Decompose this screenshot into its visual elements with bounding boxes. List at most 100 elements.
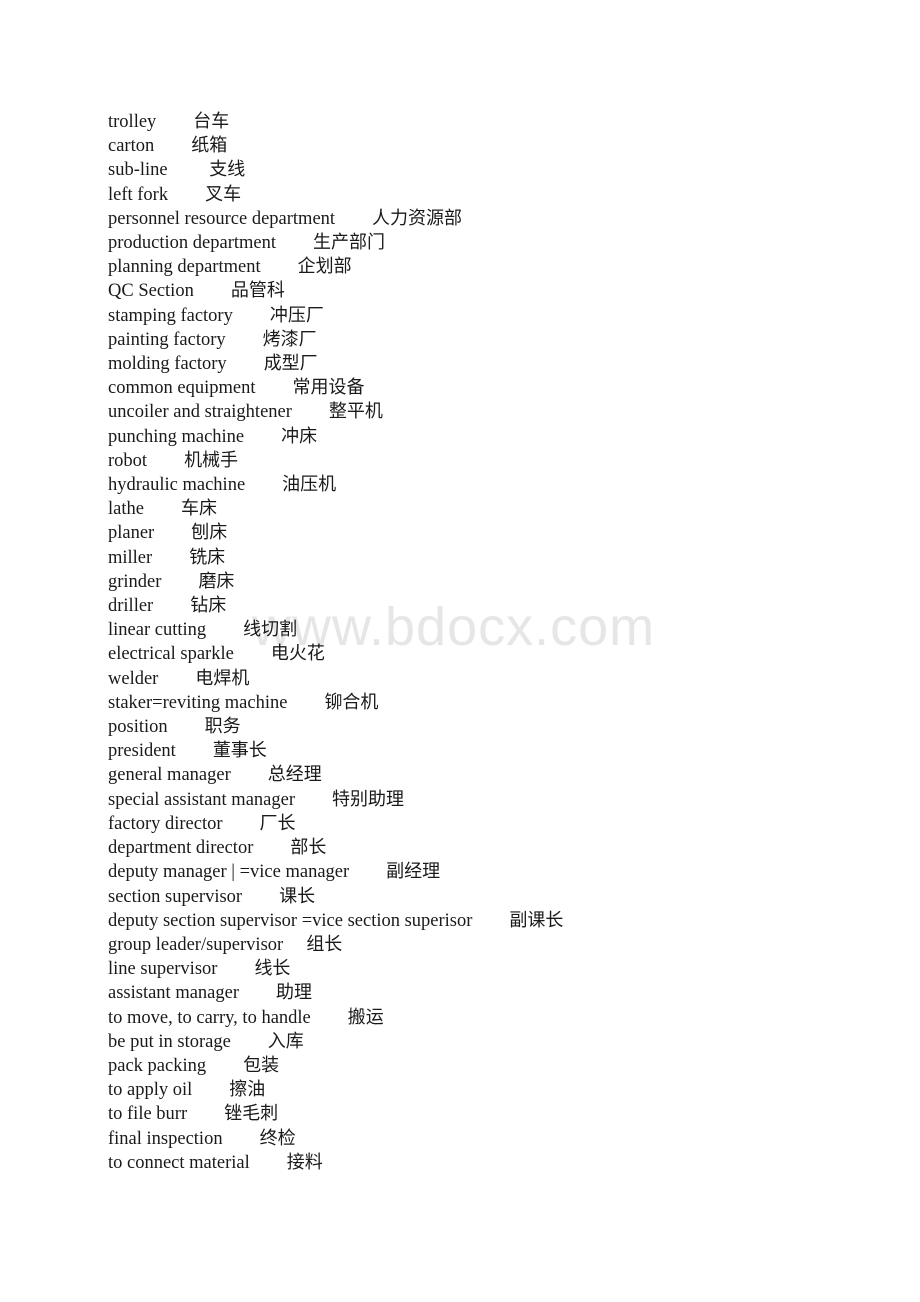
glossary-term-en: stamping factory <box>108 305 233 326</box>
glossary-term-zh: 董事长 <box>212 740 267 762</box>
glossary-gap <box>276 233 313 253</box>
glossary-gap <box>227 354 264 374</box>
glossary-gap <box>153 596 190 616</box>
glossary-gap <box>147 451 184 471</box>
glossary-gap <box>154 136 191 156</box>
glossary-list: trolley 台车 carton 纸箱 sub-line 支线 left fork … <box>108 110 898 1175</box>
glossary-term-en: trolley <box>108 112 157 132</box>
glossary-gap <box>223 814 260 834</box>
glossary-term-zh: 车床 <box>180 498 217 520</box>
glossary-term-zh: 包装 <box>243 1054 280 1076</box>
glossary-term-en: department director <box>108 838 254 859</box>
glossary-gap <box>245 475 282 495</box>
glossary-entry: president 董事长 <box>108 739 898 763</box>
glossary-term-zh: 助理 <box>276 982 312 1004</box>
glossary-term-zh: 品管科 <box>230 280 285 302</box>
glossary-entry: uncoiler and straightener 整平机 <box>108 400 898 424</box>
glossary-term-zh: 副课长 <box>509 909 564 931</box>
glossary-gap <box>176 741 213 761</box>
glossary-gap <box>287 693 324 713</box>
glossary-term-en: to apply oil <box>108 1080 193 1101</box>
glossary-gap <box>239 983 276 1003</box>
glossary-term-zh: 成型厂 <box>263 353 318 375</box>
glossary-entry: carton 纸箱 <box>108 134 898 158</box>
glossary-term-zh: 磨床 <box>198 570 235 592</box>
glossary-term-en: position <box>108 717 168 738</box>
glossary-term-zh: 厂长 <box>259 812 296 834</box>
glossary-gap <box>206 1056 243 1076</box>
glossary-term-en: assistant manager <box>108 983 239 1004</box>
glossary-term-en: to move, to carry, to handle <box>108 1007 311 1028</box>
glossary-term-en: to connect material <box>108 1152 250 1173</box>
glossary-entry: planning department 企划部 <box>108 255 898 279</box>
glossary-entry: position 职务 <box>108 715 898 739</box>
glossary-gap <box>283 935 306 955</box>
glossary-entry: lathe 车床 <box>108 497 898 521</box>
glossary-gap <box>253 838 290 858</box>
glossary-term-en: QC Section <box>108 281 194 302</box>
glossary-entry: to move, to carry, to handle 搬运 <box>108 1006 898 1030</box>
glossary-gap <box>154 523 191 543</box>
glossary-term-en: grinder <box>108 571 162 592</box>
glossary-term-en: staker=reviting machine <box>108 692 288 713</box>
glossary-term-zh: 特别助理 <box>332 788 404 810</box>
glossary-gap <box>144 499 181 519</box>
glossary-term-zh: 铣床 <box>189 546 226 568</box>
glossary-term-en: miller <box>108 547 153 568</box>
glossary-gap <box>231 765 268 785</box>
glossary-term-zh: 电火花 <box>270 643 325 665</box>
glossary-entry: left fork 叉车 <box>108 183 898 207</box>
glossary-term-en: line supervisor <box>108 959 218 980</box>
glossary-term-en: driller <box>108 596 154 617</box>
glossary-term-en: linear cutting <box>108 620 207 641</box>
glossary-entry: hydraulic machine 油压机 <box>108 473 898 497</box>
glossary-term-zh: 常用设备 <box>292 377 365 399</box>
glossary-term-zh: 纸箱 <box>191 135 228 157</box>
glossary-term-en: group leader/supervisor <box>108 934 284 955</box>
glossary-gap <box>250 1153 287 1173</box>
glossary-term-zh: 搬运 <box>347 1006 384 1028</box>
glossary-entry: driller 钻床 <box>108 594 898 618</box>
glossary-term-en: president <box>108 741 176 762</box>
glossary-entry: miller 铣床 <box>108 546 898 570</box>
glossary-gap <box>161 572 198 592</box>
glossary-term-zh: 叉车 <box>205 183 242 205</box>
glossary-gap <box>168 717 205 737</box>
glossary-entry: linear cutting 线切割 <box>108 618 898 642</box>
glossary-term-zh: 擦油 <box>229 1079 266 1101</box>
glossary-term-zh: 生产部门 <box>313 232 385 254</box>
glossary-term-zh: 企划部 <box>297 256 352 278</box>
glossary-term-zh: 冲床 <box>281 425 318 447</box>
glossary-term-zh: 课长 <box>279 885 316 907</box>
glossary-entry: deputy section supervisor =vice section … <box>108 909 898 933</box>
glossary-term-en: painting factory <box>108 329 226 350</box>
glossary-term-zh: 部长 <box>290 837 327 859</box>
glossary-term-zh: 线长 <box>254 958 291 980</box>
glossary-term-zh: 刨床 <box>191 522 228 544</box>
glossary-term-en: personnel resource department <box>108 208 336 229</box>
glossary-gap <box>217 959 254 979</box>
glossary-entry: final inspection 终检 <box>108 1127 898 1151</box>
glossary-gap <box>349 862 386 882</box>
glossary-gap <box>226 330 263 350</box>
glossary-term-zh: 入库 <box>267 1030 304 1052</box>
glossary-gap <box>223 1129 260 1149</box>
glossary-entry: factory director 厂长 <box>108 812 898 836</box>
glossary-entry: painting factory 烤漆厂 <box>108 328 898 352</box>
glossary-term-en: production department <box>108 233 276 254</box>
glossary-term-zh: 铆合机 <box>324 691 379 713</box>
glossary-gap <box>295 790 332 810</box>
glossary-term-en: to file burr <box>108 1104 188 1125</box>
glossary-term-zh: 终检 <box>259 1127 296 1149</box>
glossary-entry: electrical sparkle 电火花 <box>108 642 898 666</box>
glossary-term-zh: 台车 <box>193 111 230 132</box>
glossary-gap <box>242 887 279 907</box>
glossary-gap <box>206 620 243 640</box>
glossary-term-en: uncoiler and straightener <box>108 402 292 423</box>
glossary-entry: molding factory 成型厂 <box>108 352 898 376</box>
document-page: www.bdocx.com trolley 台车 carton 纸箱 sub-lin… <box>0 0 920 1302</box>
glossary-gap <box>472 911 509 931</box>
glossary-term-en: sub-line <box>108 160 168 181</box>
glossary-term-en: special assistant manager <box>108 789 295 810</box>
glossary-entry: welder 电焊机 <box>108 667 898 691</box>
